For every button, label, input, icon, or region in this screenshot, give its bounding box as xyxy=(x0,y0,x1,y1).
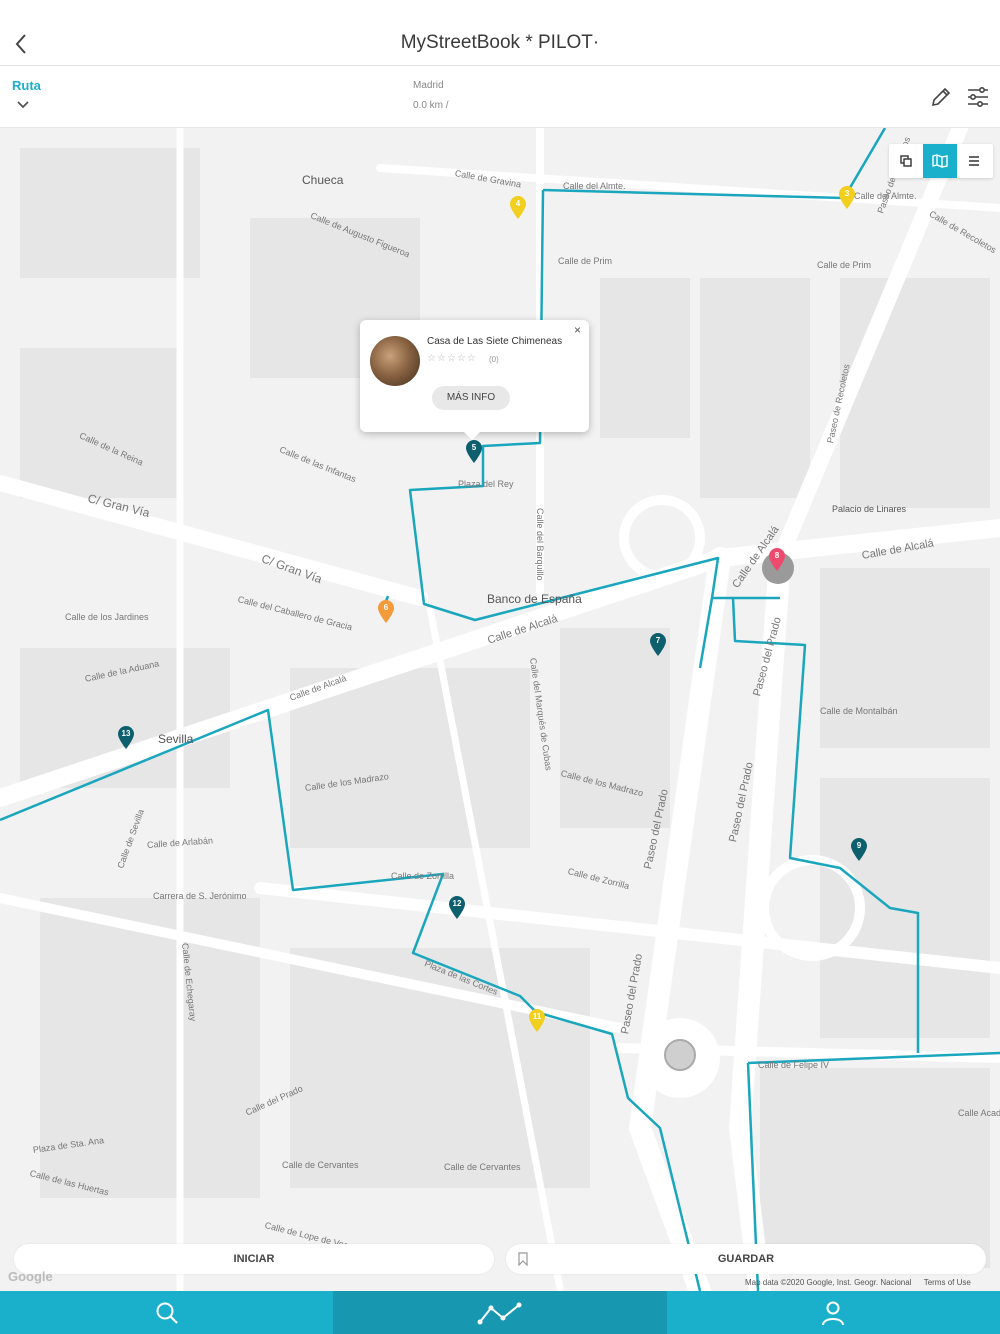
marker-number: 12 xyxy=(452,899,462,908)
map-marker-12[interactable]: 12 xyxy=(448,896,466,920)
marker-number: 13 xyxy=(121,729,131,738)
tab-profile[interactable] xyxy=(667,1291,1000,1334)
save-button[interactable]: GUARDAR xyxy=(506,1244,986,1274)
attribution-text: Map data ©2020 Google, Inst. Geogr. Naci… xyxy=(745,1278,912,1287)
marker-number: 5 xyxy=(471,443,477,452)
bookmark-icon xyxy=(518,1252,528,1266)
close-icon[interactable]: × xyxy=(574,323,581,337)
user-icon xyxy=(822,1301,845,1325)
edit-button[interactable] xyxy=(928,84,954,110)
map-marker-4[interactable]: 4 xyxy=(509,196,527,220)
place-label: Chueca xyxy=(302,173,344,187)
route-dropdown[interactable]: Ruta xyxy=(12,78,41,109)
place-title: Casa de Las Siete Chimeneas xyxy=(427,336,563,347)
chevron-down-icon xyxy=(17,101,29,109)
map-view[interactable]: Chueca Banco de España Sevilla Palacio d… xyxy=(0,128,1000,1291)
page-title: MyStreetBook * PILOT· xyxy=(400,32,600,53)
map-marker-3[interactable]: 3 xyxy=(838,186,856,210)
sliders-icon xyxy=(968,86,988,107)
start-button[interactable]: INICIAR xyxy=(14,1244,494,1274)
map-marker-6[interactable]: 6 xyxy=(377,600,395,624)
tab-route[interactable] xyxy=(333,1291,667,1334)
map-icon xyxy=(932,154,948,168)
route-city: Madrid xyxy=(413,80,444,91)
layers-icon xyxy=(900,155,912,167)
top-header: MyStreetBook * PILOT· xyxy=(0,0,1000,66)
more-info-button[interactable]: MÁS INFO xyxy=(432,386,510,410)
rating-count: (0) xyxy=(489,355,499,364)
terms-link[interactable]: Terms of Use xyxy=(924,1278,971,1287)
street-label: Calle de Cervantes xyxy=(444,1162,521,1172)
marker-number: 3 xyxy=(844,189,850,198)
map-marker-13[interactable]: 13 xyxy=(117,726,135,750)
action-row: INICIAR GUARDAR xyxy=(14,1244,986,1274)
map-mode-button[interactable] xyxy=(923,144,957,178)
marker-number: 9 xyxy=(856,841,862,850)
street-label: Calle Academia xyxy=(958,1108,1000,1118)
place-label: Sevilla xyxy=(158,732,194,746)
street-label: Calle de los Jardines xyxy=(65,612,149,622)
map-marker-7[interactable]: 7 xyxy=(649,633,667,657)
route-icon xyxy=(477,1302,522,1324)
street-label: Plaza del Rey xyxy=(458,479,514,489)
map-marker-9[interactable]: 9 xyxy=(850,838,868,862)
list-mode-button[interactable] xyxy=(957,144,991,178)
pencil-icon xyxy=(931,87,951,107)
marker-number: 7 xyxy=(655,636,661,645)
route-label: Ruta xyxy=(12,78,41,93)
map-marker-11[interactable]: 11 xyxy=(528,1009,546,1033)
place-popup: Casa de Las Siete Chimeneas ☆☆☆☆☆ (0) × … xyxy=(360,320,589,440)
search-icon xyxy=(156,1302,178,1324)
layers-button[interactable] xyxy=(889,144,923,178)
map-marker-5[interactable]: 5 xyxy=(465,440,483,464)
street-label: Calle de Felipe IV xyxy=(758,1060,830,1070)
save-label: GUARDAR xyxy=(717,1253,775,1265)
filter-button[interactable] xyxy=(965,84,991,110)
marker-number: 11 xyxy=(532,1012,542,1021)
place-label: Palacio de Linares xyxy=(832,504,907,514)
place-thumbnail xyxy=(370,336,420,386)
marker-number: 6 xyxy=(383,603,389,612)
place-label: Banco de España xyxy=(487,592,582,606)
app: MyStreetBook * PILOT· Ruta Madrid 0.0 km… xyxy=(0,0,1000,1334)
map-marker-8[interactable]: 8 xyxy=(768,548,786,572)
map-attribution: Map data ©2020 Google, Inst. Geogr. Naci… xyxy=(745,1278,971,1287)
map-tools xyxy=(889,144,993,178)
list-icon xyxy=(969,156,979,166)
route-bar: Ruta Madrid 0.0 km / xyxy=(0,66,1000,128)
route-distance: 0.0 km / xyxy=(413,100,449,111)
street-label: Calle de Cervantes xyxy=(282,1160,359,1170)
street-label: Calle del Almte. xyxy=(563,181,626,191)
tab-search[interactable] xyxy=(0,1291,333,1334)
street-label: Calle de Zorrilla xyxy=(391,871,455,881)
street-label: Carrera de S. Jerónimo xyxy=(153,891,247,901)
street-label: Calle de Montalbán xyxy=(820,706,898,716)
marker-number: 4 xyxy=(515,199,521,208)
street-label: Calle del Barquillo xyxy=(535,508,545,581)
star-rating[interactable]: ☆☆☆☆☆ xyxy=(427,353,477,364)
street-label: Calle de Prim xyxy=(817,260,872,270)
google-logo: Google xyxy=(8,1269,53,1284)
marker-number: 8 xyxy=(774,551,780,560)
street-label: Calle de Prim xyxy=(558,256,613,266)
bottom-tab-bar xyxy=(0,1291,1000,1334)
